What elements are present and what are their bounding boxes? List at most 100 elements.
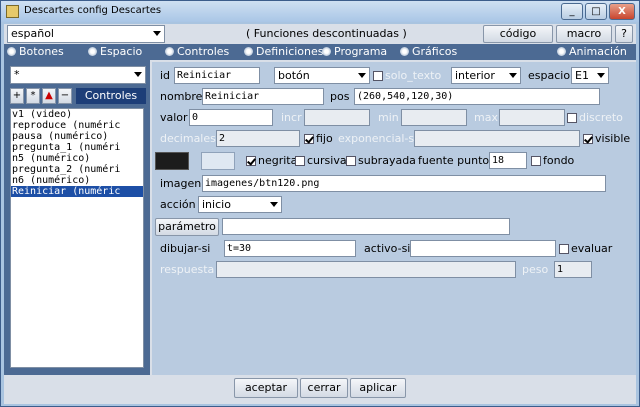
respuesta-input[interactable]	[216, 261, 516, 278]
exponencial-label: exponencial-si	[338, 132, 418, 145]
text-color-swatch[interactable]	[155, 152, 189, 170]
controls-list: v1 (video) reproduce (numéric pausa (num…	[10, 108, 144, 368]
min-label: min	[378, 111, 399, 124]
fuente-puntos-input[interactable]: 18	[489, 152, 527, 169]
accion-select[interactable]: inicio	[198, 196, 282, 213]
move-up-down-button[interactable]: ▲	[42, 88, 56, 104]
deprecated-functions-label: ( Funciones descontinuadas )	[246, 27, 407, 40]
decimales-label: decimales	[160, 132, 216, 145]
list-item[interactable]: n5 (numérico)	[11, 153, 143, 164]
activo-si-input[interactable]	[410, 240, 556, 257]
chevron-down-icon	[597, 73, 605, 78]
radio-icon	[88, 47, 97, 56]
type-select[interactable]: botón	[274, 67, 370, 84]
window-title: Descartes config Descartes	[24, 5, 162, 16]
list-item[interactable]: n6 (numérico)	[11, 175, 143, 186]
tab-controles[interactable]: Controles	[165, 45, 229, 59]
radio-icon	[557, 47, 566, 56]
subrayada-label: subrayada	[358, 154, 416, 167]
tab-botones[interactable]: Botones	[7, 45, 64, 59]
max-input[interactable]	[499, 109, 565, 126]
aceptar-button[interactable]: aceptar	[234, 378, 298, 398]
negrita-checkbox[interactable]	[246, 156, 256, 166]
list-item-selected[interactable]: Reiniciar (numéric	[11, 186, 143, 197]
parametro-button[interactable]: parámetro	[155, 218, 219, 236]
valor-input[interactable]: 0	[189, 109, 273, 126]
min-input[interactable]	[401, 109, 467, 126]
decimales-input[interactable]: 2	[216, 130, 300, 147]
peso-input[interactable]: 1	[554, 261, 592, 278]
remove-button[interactable]: −	[58, 88, 72, 104]
espacio-select[interactable]: E1	[571, 67, 609, 84]
visible-checkbox[interactable]	[583, 134, 593, 144]
chevron-down-icon	[153, 31, 161, 36]
tab-espacio[interactable]: Espacio	[88, 45, 142, 59]
list-item[interactable]: pausa (numérico)	[11, 131, 143, 142]
nombre-input[interactable]: Reiniciar	[202, 88, 324, 105]
list-item[interactable]: v1 (video)	[11, 109, 143, 120]
list-item[interactable]: pregunta_2 (numéri	[11, 164, 143, 175]
maximize-button[interactable]: □	[585, 3, 607, 20]
max-label: max	[474, 111, 498, 124]
add-button[interactable]: +	[10, 88, 24, 104]
tab-animacion[interactable]: Animación	[557, 45, 627, 59]
properties-panel: id Reiniciar botón solo_texto interior e…	[152, 62, 636, 375]
pos-label: pos	[330, 90, 350, 103]
evaluar-label: evaluar	[571, 242, 613, 255]
help-button[interactable]: ?	[615, 25, 633, 43]
imagen-input[interactable]: imagenes/btn120.png	[202, 175, 606, 192]
id-label: id	[160, 69, 171, 82]
fondo-label: fondo	[543, 154, 575, 167]
background-color-swatch[interactable]	[201, 152, 235, 170]
client-area: español ( Funciones descontinuadas ) cód…	[4, 24, 636, 404]
minimize-button[interactable]: _	[561, 3, 583, 20]
aplicar-button[interactable]: aplicar	[350, 378, 406, 398]
solo-texto-label: solo_texto	[385, 69, 442, 82]
chevron-down-icon	[134, 72, 142, 77]
radio-icon	[322, 47, 331, 56]
tab-definiciones[interactable]: Definiciones	[244, 45, 324, 59]
cursiva-checkbox[interactable]	[295, 156, 305, 166]
chevron-down-icon	[358, 73, 366, 78]
incr-input[interactable]	[304, 109, 370, 126]
pos-input[interactable]: (260,540,120,30)	[354, 88, 600, 105]
exponencial-input[interactable]	[414, 130, 580, 147]
visible-label: visible	[595, 132, 631, 145]
macro-button[interactable]: macro	[556, 25, 612, 43]
imagen-label: imagen	[160, 177, 202, 190]
footer-bar: aceptar cerrar aplicar	[4, 375, 636, 404]
language-select[interactable]: español	[7, 25, 165, 43]
list-item[interactable]: reproduce (numéric	[11, 120, 143, 131]
radio-icon	[244, 47, 253, 56]
fijo-label: fijo	[316, 132, 333, 145]
radio-icon	[165, 47, 174, 56]
discreto-checkbox[interactable]	[567, 113, 577, 123]
filter-select[interactable]: *	[10, 66, 146, 84]
evaluar-checkbox[interactable]	[559, 244, 569, 254]
duplicate-button[interactable]: *	[26, 88, 40, 104]
title-bar: Descartes config Descartes _ □ X	[1, 1, 639, 22]
fondo-checkbox[interactable]	[531, 156, 541, 166]
tab-bar: Botones Espacio Controles Definiciones P…	[4, 44, 636, 60]
parametro-input[interactable]	[222, 218, 510, 235]
dibujar-si-input[interactable]: t=30	[224, 240, 356, 257]
respuesta-label: respuesta	[160, 263, 215, 276]
accion-label: acción	[160, 198, 196, 211]
dibujar-si-label: dibujar-si	[160, 242, 211, 255]
subrayada-checkbox[interactable]	[346, 156, 356, 166]
cerrar-button[interactable]: cerrar	[300, 378, 348, 398]
solo-texto-checkbox[interactable]	[373, 71, 383, 81]
espacio-label: espacio	[528, 69, 571, 82]
list-item[interactable]: pregunta_1 (numéri	[11, 142, 143, 153]
negrita-label: negrita	[258, 154, 298, 167]
id-input[interactable]: Reiniciar	[174, 67, 260, 84]
close-button[interactable]: X	[609, 3, 635, 20]
region-select[interactable]: interior	[451, 67, 521, 84]
tab-programa[interactable]: Programa	[322, 45, 387, 59]
codigo-button[interactable]: código	[483, 25, 553, 43]
app-window: Descartes config Descartes _ □ X español…	[0, 0, 640, 407]
tab-graficos[interactable]: Gráficos	[400, 45, 457, 59]
incr-label: incr	[281, 111, 302, 124]
fijo-checkbox[interactable]	[304, 134, 314, 144]
nombre-label: nombre	[160, 90, 203, 103]
